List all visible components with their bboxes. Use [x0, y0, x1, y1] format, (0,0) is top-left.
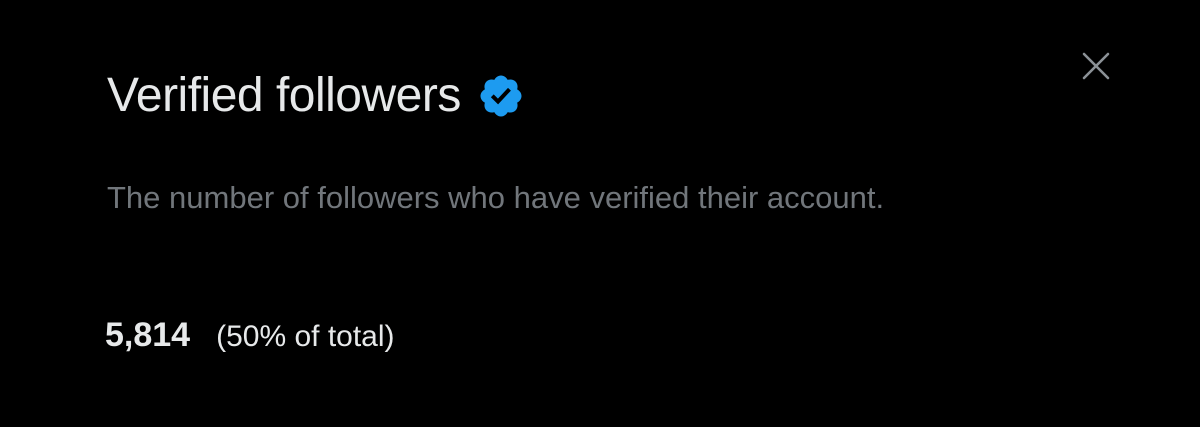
description-text: The number of followers who have verifie…: [107, 180, 885, 215]
close-icon: [1082, 52, 1110, 80]
percentage-of-total: (50% of total): [216, 320, 395, 353]
page-title: Verified followers: [107, 69, 461, 122]
close-button[interactable]: [1074, 44, 1118, 88]
stats-row: 5,814 (50% of total): [105, 313, 395, 359]
verified-follower-count: 5,814: [105, 316, 191, 354]
header: Verified followers: [107, 66, 525, 126]
verified-followers-panel: Verified followers The number of followe…: [0, 0, 1200, 427]
verified-badge-icon: [477, 72, 525, 120]
